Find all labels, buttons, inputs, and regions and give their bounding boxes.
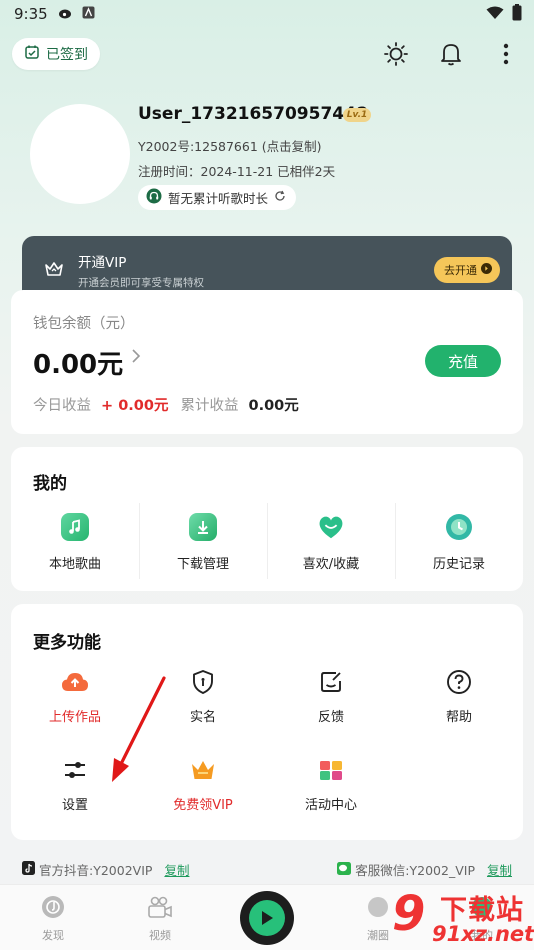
signed-in-label: 已签到: [46, 47, 88, 63]
a-icon: [82, 6, 95, 23]
feedback-item[interactable]: 反馈: [267, 668, 395, 756]
user-id-copy[interactable]: Y2002号:12587661 (点击复制): [138, 136, 322, 155]
local-music-label: 本地歌曲: [48, 557, 101, 572]
copy-wechat-link[interactable]: 复制: [487, 860, 512, 879]
more-row: 设置 免费领VIP 活动中心: [11, 756, 523, 844]
signed-in-button[interactable]: 已签到: [12, 38, 100, 70]
recharge-button[interactable]: 充值: [425, 345, 501, 377]
more-menu-icon[interactable]: [492, 40, 520, 68]
nav-video-label: 视频: [149, 929, 171, 942]
vip-open-button[interactable]: 去开通: [434, 257, 500, 283]
local-music-item[interactable]: 本地歌曲: [11, 503, 139, 583]
level-badge: Lv.1: [343, 108, 371, 122]
wallet-amount[interactable]: 0.00元: [33, 344, 123, 381]
settings-sliders-icon: [61, 756, 89, 784]
nav-video[interactable]: 视频: [130, 895, 190, 943]
favorites-label: 喜欢/收藏: [302, 557, 360, 572]
weibo-icon: [58, 6, 74, 23]
vip-title: 开通VIP: [78, 255, 127, 271]
headphones-icon: [146, 188, 162, 207]
mine-title: 我的: [33, 474, 67, 494]
total-earnings-label: 累计收益: [180, 398, 239, 414]
free-vip-label: 免费领VIP: [173, 798, 233, 813]
history-item[interactable]: 历史记录: [395, 503, 523, 583]
play-button[interactable]: [240, 891, 294, 945]
help-item[interactable]: 帮助: [395, 668, 523, 756]
help-icon: [445, 668, 473, 696]
watermark-domain: 91xz.net: [432, 922, 534, 946]
download-icon: [189, 513, 217, 541]
history-label: 历史记录: [432, 557, 485, 572]
copy-douyin-link[interactable]: 复制: [164, 860, 189, 879]
feedback-icon: [317, 668, 345, 696]
nav-discover-label: 发现: [42, 929, 64, 942]
calendar-check-icon: [24, 44, 40, 64]
wechat-icon: [337, 861, 352, 878]
vip-subtitle: 开通会员即可享受专属特权: [78, 277, 204, 289]
wechat-text: 客服微信:Y2002_VIP: [355, 863, 475, 878]
upload-cloud-icon: [61, 668, 89, 696]
mine-grid: 本地歌曲 下载管理 喜欢/收藏 历史记录: [11, 503, 523, 583]
arrow-right-circle-icon: [481, 263, 492, 277]
notification-icons: [58, 6, 95, 23]
clock-text: 9:35: [14, 5, 48, 23]
douyin-info: 官方抖音:Y2002VIP 复制: [22, 860, 189, 879]
more-functions-title: 更多功能: [33, 633, 101, 653]
settings-label: 设置: [61, 798, 88, 813]
battery-icon: [512, 4, 522, 25]
mine-section: 我的 本地歌曲 下载管理 喜欢/收藏 历史记录: [11, 447, 523, 591]
listen-duration-text: 暂无累计听歌时长: [168, 191, 269, 206]
circle-icon: [366, 895, 390, 922]
gift-icon: [317, 756, 345, 784]
download-manager-item[interactable]: 下载管理: [139, 503, 267, 583]
feedback-label: 反馈: [317, 710, 344, 725]
theme-sun-icon[interactable]: [382, 40, 410, 68]
disc-icon: [41, 895, 65, 922]
bell-icon[interactable]: [437, 40, 465, 68]
upload-works-label: 上传作品: [48, 710, 101, 725]
status-bar: 9:35: [0, 0, 534, 28]
activity-center-item[interactable]: 活动中心: [267, 756, 395, 844]
more-functions-grid: 上传作品 实名 反馈 帮助 设置 免费领VIP 活动中心: [11, 668, 523, 844]
crown-icon: [189, 756, 217, 784]
registration-time: 注册时间：2024-11-21 已相伴2天: [138, 164, 336, 179]
heart-icon: [317, 513, 345, 541]
favorites-item[interactable]: 喜欢/收藏: [267, 503, 395, 583]
local-music-icon: [61, 513, 89, 541]
wifi-icon: [486, 6, 504, 24]
more-functions-section: 更多功能 上传作品 实名 反馈 帮助 设置 免费领VIP 活动中心: [11, 604, 523, 840]
today-earnings-value: + 0.00元: [101, 398, 169, 414]
username: User_173216570957448: [138, 104, 368, 124]
listen-duration-chip[interactable]: 暂无累计听歌时长: [138, 185, 297, 210]
video-camera-icon: [147, 895, 173, 922]
vip-banner[interactable]: 开通VIP 开通会员即可享受专属特权 去开通: [22, 236, 512, 298]
real-name-label: 实名: [189, 710, 216, 725]
wechat-info: 客服微信:Y2002_VIP 复制: [337, 860, 512, 879]
system-icons: [486, 4, 522, 25]
wallet-label: 钱包余额（元）: [33, 316, 135, 332]
clock-icon: [445, 513, 473, 541]
wallet-card: 钱包余额（元） 0.00元 充值 今日收益 + 0.00元 累计收益 0.00元: [11, 290, 523, 434]
nav-trend-label: 潮圈: [367, 929, 389, 942]
activity-center-label: 活动中心: [304, 798, 357, 813]
douyin-icon: [22, 861, 35, 878]
more-row: 上传作品 实名 反馈 帮助: [11, 668, 523, 756]
earnings-row: 今日收益 + 0.00元 累计收益 0.00元: [33, 394, 299, 415]
vip-crown-icon: [44, 260, 64, 282]
douyin-text: 官方抖音:Y2002VIP: [39, 863, 153, 878]
vip-open-label: 去开通: [444, 264, 477, 277]
watermark-nine: 9: [392, 886, 426, 942]
refresh-icon[interactable]: [274, 190, 286, 205]
shield-icon: [189, 668, 217, 696]
annotation-arrow-icon: [112, 676, 166, 782]
help-label: 帮助: [445, 710, 472, 725]
nav-discover[interactable]: 发现: [23, 895, 83, 943]
chevron-right-icon[interactable]: [131, 348, 141, 369]
today-earnings-label: 今日收益: [33, 398, 91, 414]
site-watermark: 9 下载站 91xz.net: [392, 886, 534, 948]
total-earnings-value: 0.00元: [248, 398, 299, 414]
avatar[interactable]: [30, 104, 130, 204]
play-icon: [249, 900, 285, 936]
download-manager-label: 下载管理: [176, 557, 229, 572]
